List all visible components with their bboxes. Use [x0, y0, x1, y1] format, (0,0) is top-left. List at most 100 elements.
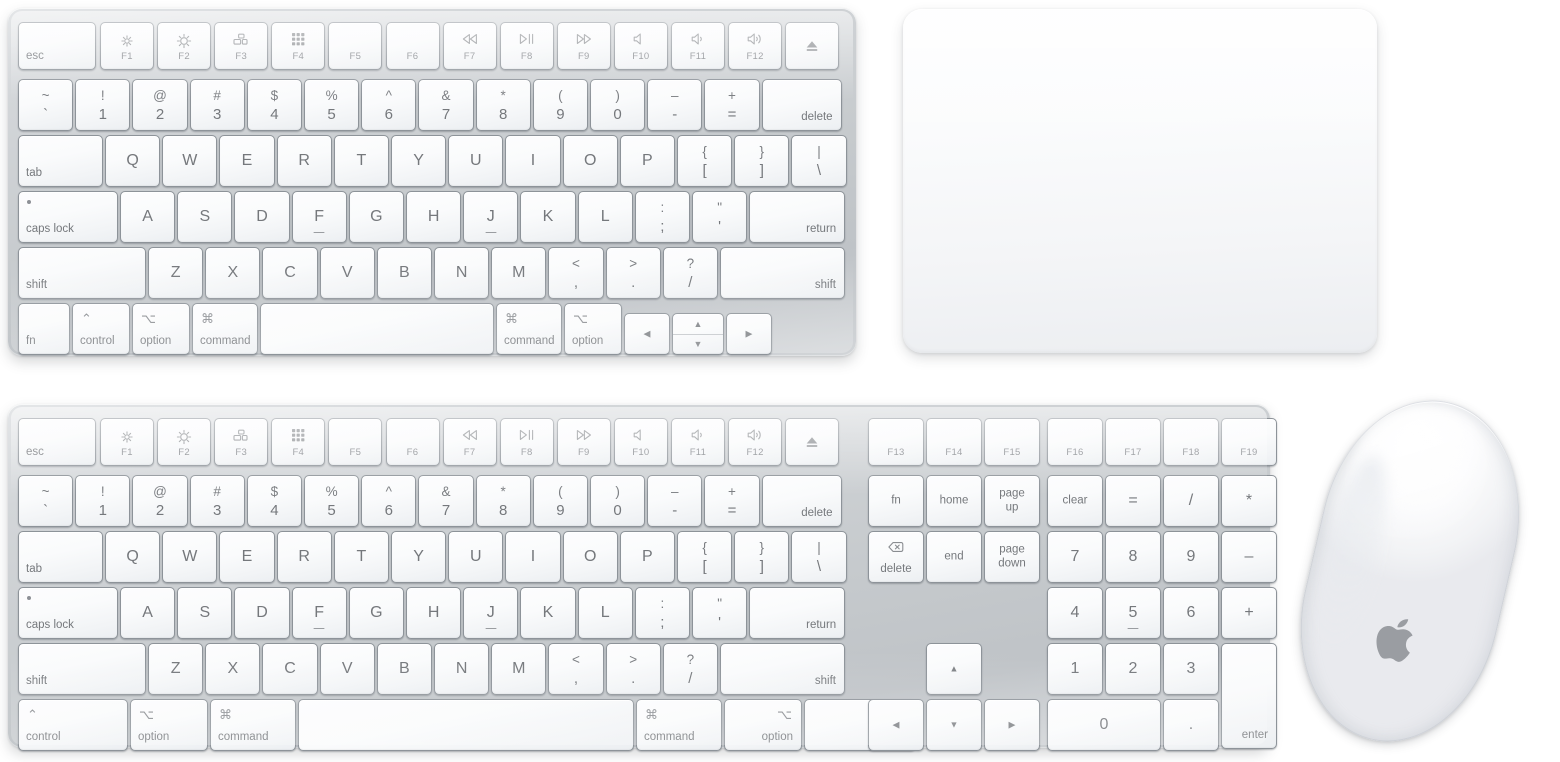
key-5[interactable]: % 5	[304, 475, 360, 527]
key-eject[interactable]	[785, 418, 840, 466]
key-fn[interactable]: fn	[868, 475, 924, 527]
key-num-minus[interactable]: –	[1221, 531, 1277, 583]
key-eject[interactable]	[785, 22, 840, 70]
magic-mouse-body[interactable]	[1275, 380, 1545, 762]
key-command-right[interactable]: ⌘ command	[496, 303, 562, 355]
key-i[interactable]: I	[505, 135, 561, 187]
magic-trackpad[interactable]	[903, 9, 1377, 353]
key-num-multiply[interactable]: *	[1221, 475, 1277, 527]
key-num-3[interactable]: 3	[1163, 643, 1219, 695]
key-w[interactable]: W	[162, 135, 218, 187]
key-num-1[interactable]: 1	[1047, 643, 1103, 695]
key-num-9[interactable]: 9	[1163, 531, 1219, 583]
key-f5[interactable]: F5	[328, 418, 383, 466]
key-f13[interactable]: F13	[868, 418, 924, 466]
key-backslash[interactable]: | \	[791, 531, 847, 583]
key-f9[interactable]: F9	[556, 418, 611, 466]
key-7[interactable]: & 7	[418, 79, 474, 131]
key-semicolon[interactable]: :;	[634, 587, 690, 639]
key-n[interactable]: N	[434, 247, 490, 299]
key-comma[interactable]: <,	[548, 643, 604, 695]
key-control-left[interactable]: ⌃ control	[18, 699, 128, 751]
key-b[interactable]: B	[376, 643, 432, 695]
key-bracketright[interactable]: }]	[734, 531, 790, 583]
key-page-down[interactable]: page down	[984, 531, 1040, 583]
key-o[interactable]: O	[562, 531, 618, 583]
key-s[interactable]: S	[177, 587, 233, 639]
key-slash[interactable]: ? /	[662, 247, 718, 299]
key-1[interactable]: ! 1	[75, 475, 131, 527]
key-f10[interactable]: F10	[613, 418, 668, 466]
key-tab[interactable]: tab	[18, 135, 103, 187]
key-f11[interactable]: F11	[671, 22, 725, 70]
key-f3[interactable]: F3	[214, 22, 269, 70]
key-delete[interactable]: delete	[761, 79, 842, 131]
key-m[interactable]: M	[491, 643, 547, 695]
key-6[interactable]: ^ 6	[361, 475, 417, 527]
key-h[interactable]: H	[406, 587, 462, 639]
key-option-left[interactable]: ⌥ option	[132, 303, 190, 355]
key-k[interactable]: K	[520, 587, 576, 639]
key-6[interactable]: ^ 6	[361, 79, 417, 131]
key-f[interactable]: F	[291, 191, 347, 243]
key-esc[interactable]: esc	[18, 418, 96, 466]
key-0[interactable]: ) 0	[590, 79, 646, 131]
key-minus[interactable]: – -	[647, 79, 703, 131]
key-arrow-left[interactable]: ◀	[624, 313, 670, 355]
key-8[interactable]: * 8	[475, 475, 531, 527]
key-w[interactable]: W	[162, 531, 218, 583]
key-x[interactable]: X	[205, 643, 261, 695]
key-5[interactable]: % 5	[304, 79, 360, 131]
key-quote[interactable]: " '	[692, 191, 748, 243]
key-num-plus[interactable]: +	[1221, 587, 1277, 639]
key-f10[interactable]: F10	[613, 22, 668, 70]
key-num-7[interactable]: 7	[1047, 531, 1103, 583]
key-j[interactable]: J	[463, 191, 519, 243]
key-num-enter[interactable]: enter	[1221, 643, 1277, 749]
key-num-5[interactable]: 5	[1105, 587, 1161, 639]
key-s[interactable]: S	[177, 191, 233, 243]
key-option-right[interactable]: ⌥ option	[724, 699, 802, 751]
key-capslock[interactable]: caps lock	[18, 191, 118, 243]
key-o[interactable]: O	[562, 135, 618, 187]
key-f8[interactable]: F8	[499, 418, 554, 466]
key-d[interactable]: D	[234, 191, 290, 243]
key-num-0[interactable]: 0	[1047, 699, 1161, 751]
key-k[interactable]: K	[520, 191, 576, 243]
key-f6[interactable]: F6	[385, 22, 440, 70]
key-a[interactable]: A	[120, 191, 176, 243]
key-f17[interactable]: F17	[1105, 418, 1161, 466]
key-f1[interactable]: F1	[100, 418, 154, 466]
key-f12[interactable]: F12	[728, 22, 783, 70]
key-b[interactable]: B	[376, 247, 432, 299]
key-minus[interactable]: – -	[647, 475, 703, 527]
key-e[interactable]: E	[219, 531, 275, 583]
key-l[interactable]: L	[577, 587, 633, 639]
key-option-left[interactable]: ⌥ option	[130, 699, 208, 751]
key-backslash[interactable]: | \	[791, 135, 847, 187]
key-a[interactable]: A	[120, 587, 176, 639]
key-f6[interactable]: F6	[385, 418, 440, 466]
key-end[interactable]: end	[926, 531, 982, 583]
key-p[interactable]: P	[619, 531, 675, 583]
key-f2[interactable]: F2	[157, 22, 212, 70]
key-g[interactable]: G	[348, 191, 404, 243]
key-f11[interactable]: F11	[671, 418, 725, 466]
key-l[interactable]: L	[577, 191, 633, 243]
magic-mouse[interactable]	[1275, 380, 1554, 762]
key-shift-left[interactable]: shift	[18, 247, 146, 299]
key-q[interactable]: Q	[105, 531, 161, 583]
key-arrow-updown[interactable]: ▲ ▼	[672, 313, 724, 355]
key-command-right[interactable]: ⌘ command	[636, 699, 722, 751]
key-f2[interactable]: F2	[157, 418, 212, 466]
key-num-4[interactable]: 4	[1047, 587, 1103, 639]
key-f16[interactable]: F16	[1047, 418, 1103, 466]
magic-keyboard[interactable]: esc F1 F2 F3 F4 F5 F6 F7 F8 F9 F10 F11 F12 ~ `! 1 @2 #3 $4…	[8, 8, 856, 356]
key-capslock[interactable]: caps lock	[18, 587, 118, 639]
key-8[interactable]: * 8	[475, 79, 531, 131]
key-x[interactable]: X	[205, 247, 261, 299]
key-semicolon[interactable]: :;	[634, 191, 690, 243]
key-i[interactable]: I	[505, 531, 561, 583]
key-r[interactable]: R	[276, 135, 332, 187]
key-2[interactable]: @2	[132, 79, 188, 131]
